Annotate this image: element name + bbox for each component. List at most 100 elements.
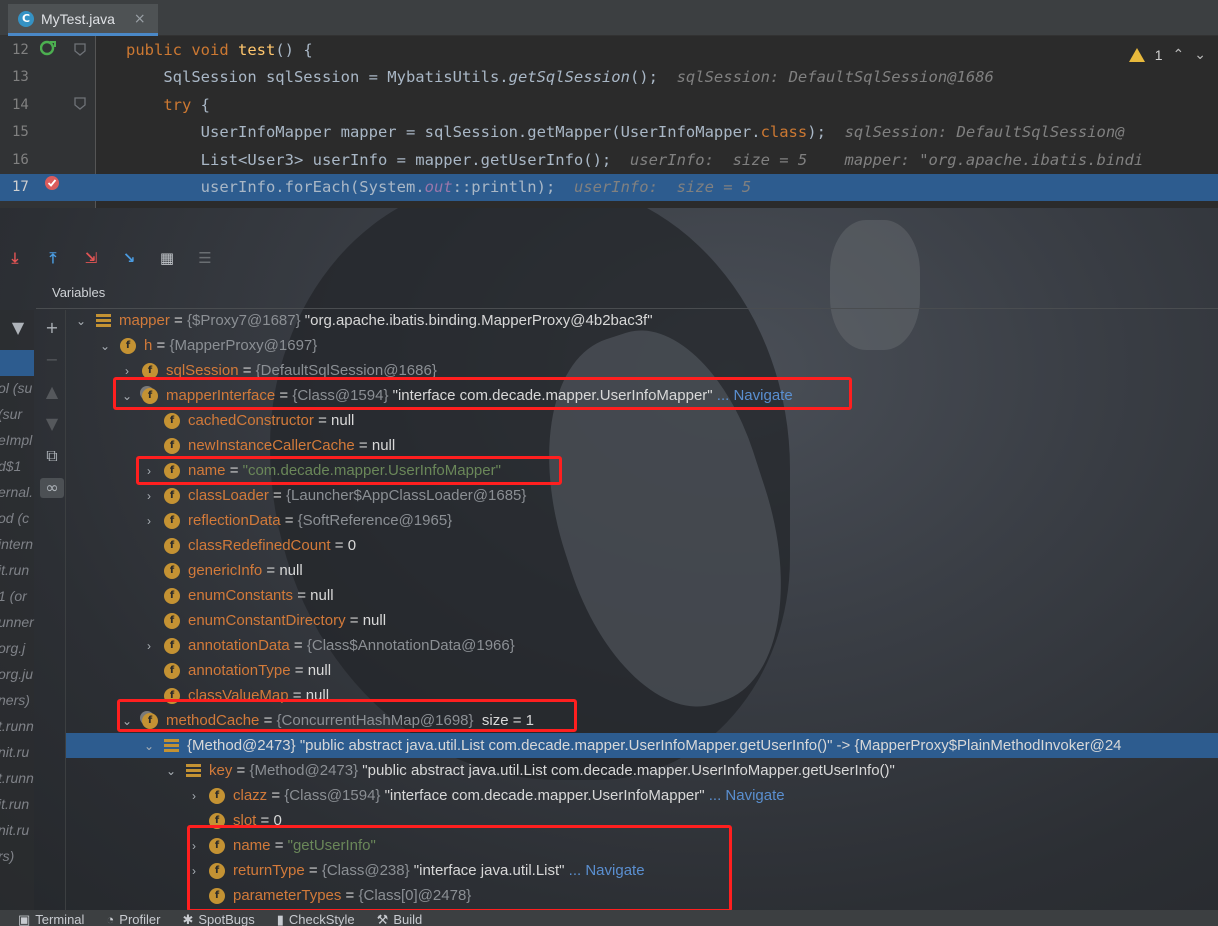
evaluate-expression-icon[interactable]: ▦	[156, 247, 178, 269]
variable-type: {SoftReference@1965}	[297, 512, 453, 529]
code-line[interactable]: 16 List<User3> userInfo = mapper.getUser…	[0, 146, 1218, 173]
chevron-down-icon[interactable]: ⌄	[74, 314, 88, 328]
chevron-down-icon[interactable]: ⌄	[1194, 46, 1206, 63]
variable-row[interactable]: › f annotationData = {Class$AnnotationData…	[142, 633, 515, 658]
filter-icon[interactable]: ▼	[8, 318, 28, 338]
variable-row[interactable]: f enumConstants = null	[142, 583, 334, 608]
variable-row[interactable]: f classRedefinedCount = 0	[142, 533, 356, 558]
chevron-right-icon[interactable]: ›	[187, 789, 201, 803]
java-class-icon: C	[18, 10, 34, 27]
frame-item[interactable]: rs)	[0, 848, 14, 864]
move-up-icon[interactable]: ▲	[42, 382, 62, 402]
code-line[interactable]: 13 SqlSession sqlSession = MybatisUtils.…	[0, 64, 1218, 91]
highlight-box	[113, 377, 852, 410]
frame-item[interactable]: it.run	[0, 796, 29, 812]
frame-item[interactable]: org.ju	[0, 666, 33, 682]
variable-type: {Launcher$AppClassLoader@1685}	[286, 487, 527, 504]
frame-item[interactable]: (sur	[0, 406, 22, 422]
add-watch-icon[interactable]: +	[42, 318, 62, 338]
code-editor[interactable]: 12 public void test() {13 SqlSession sqlS…	[0, 36, 1218, 208]
frame-item[interactable]: ol (su	[0, 380, 32, 396]
frame-item[interactable]: t.runn	[0, 718, 34, 734]
fold-icon[interactable]	[72, 42, 88, 58]
remove-icon[interactable]: −	[42, 350, 62, 370]
variable-row[interactable]: ⌄ key = {Method@2473} "public abstract ja…	[164, 758, 895, 783]
selected-frame[interactable]	[0, 350, 34, 376]
tool-window-button[interactable]: ▣ Terminal	[18, 910, 84, 926]
equals-sign: =	[268, 487, 286, 504]
variable-type: {$Proxy7@1687}	[186, 312, 301, 329]
fold-icon[interactable]	[72, 96, 88, 112]
frame-item[interactable]: nit.ru	[0, 744, 29, 760]
debugger-toolbar: ⤓ ⤒ ⇲ ↘ ▦ ☰	[0, 240, 1218, 276]
field-icon: f	[164, 537, 180, 554]
code-text: UserInfoMapper mapper = sqlSession.getMa…	[126, 123, 1125, 141]
variable-row[interactable]: › f reflectionData = {SoftReference@1965}	[142, 508, 452, 533]
breakpoint-icon[interactable]	[44, 175, 60, 191]
equals-sign: =	[290, 662, 308, 679]
variable-row[interactable]: › f clazz = {Class@1594} "interface com.de…	[187, 783, 785, 808]
run-to-cursor-icon[interactable]: ↘	[118, 247, 140, 269]
frame-item[interactable]: eImpl	[0, 432, 32, 448]
variable-row[interactable]: f newInstanceCallerCache = null	[142, 433, 395, 458]
variables-panel-title[interactable]: Variables	[52, 285, 105, 300]
tool-window-label: Terminal	[35, 912, 85, 926]
variable-row[interactable]: ⌄ {Method@2473} "public abstract java.uti…	[66, 733, 1218, 758]
frame-item[interactable]: t.runn	[0, 770, 34, 786]
variable-type: {MapperProxy@1697}	[169, 337, 318, 354]
chevron-right-icon[interactable]: ›	[142, 639, 156, 653]
variable-row[interactable]: f annotationType = null	[142, 658, 331, 683]
move-down-icon[interactable]: ▼	[42, 414, 62, 434]
tool-window-button[interactable]: ⚒ Build	[377, 910, 423, 926]
chevron-down-icon[interactable]: ⌄	[98, 339, 112, 353]
variable-name: cachedConstructor	[188, 412, 314, 429]
code-line[interactable]: 12 public void test() {	[0, 36, 1218, 63]
frame-item[interactable]: org.j	[0, 640, 25, 656]
variable-row[interactable]: ⌄ mapper = {$Proxy7@1687} "org.apache.iba…	[74, 308, 653, 333]
tool-window-button[interactable]: ✱ SpotBugs	[182, 910, 254, 926]
chevron-right-icon[interactable]: ›	[120, 364, 134, 378]
chevron-right-icon[interactable]: ›	[142, 489, 156, 503]
navigate-link[interactable]: ... Navigate	[709, 787, 785, 804]
inline-watches-icon[interactable]: ∞	[40, 478, 64, 498]
copy-icon[interactable]: ⧉	[42, 446, 62, 466]
code-line[interactable]: 14 try {	[0, 91, 1218, 118]
frame-item[interactable]: 1 (or	[0, 588, 27, 604]
field-icon: f	[164, 512, 180, 529]
run-gutter-icon[interactable]	[40, 40, 56, 56]
trace-icon[interactable]: ☰	[194, 247, 216, 269]
step-out-icon[interactable]: ⤒	[42, 247, 64, 269]
frame-item[interactable]: intern	[0, 536, 33, 552]
editor-tab[interactable]: C MyTest.java ×	[8, 4, 158, 36]
frame-item[interactable]: nit.ru	[0, 822, 29, 838]
frame-item[interactable]: d$1	[0, 458, 21, 474]
tool-window-button[interactable]: ▮ CheckStyle	[277, 910, 355, 926]
inspection-widget[interactable]: 1 ⌃ ⌄	[1128, 46, 1206, 63]
step-into-icon[interactable]: ⤓	[4, 247, 26, 269]
frame-item[interactable]: it.run	[0, 562, 29, 578]
variable-row[interactable]: ⌄ f h = {MapperProxy@1697}	[98, 333, 317, 358]
variable-row[interactable]: f enumConstantDirectory = null	[142, 608, 386, 633]
drop-frame-icon[interactable]: ⇲	[80, 247, 102, 269]
frame-item[interactable]: ernal.	[0, 484, 33, 500]
variable-row[interactable]: f cachedConstructor = null	[142, 408, 354, 433]
chevron-right-icon[interactable]: ›	[142, 514, 156, 528]
variable-value: "public abstract java.util.List com.deca…	[362, 762, 895, 779]
variable-row[interactable]: › f classLoader = {Launcher$AppClassLoader…	[142, 483, 526, 508]
chevron-up-icon[interactable]: ⌃	[1173, 46, 1185, 63]
tool-window-button[interactable]: ◔ Profiler	[106, 910, 160, 926]
variable-entry: {Method@2473} "public abstract java.util…	[187, 737, 1122, 754]
frame-item[interactable]: ners)	[0, 692, 30, 708]
chevron-down-icon[interactable]: ⌄	[142, 739, 156, 753]
frame-item[interactable]: od (c	[0, 510, 29, 526]
frames-list[interactable]: ol (su (sur eImpl d$1 ernal. od (c intern it.ru…	[0, 310, 34, 910]
frame-item[interactable]: unner	[0, 614, 34, 630]
variable-row[interactable]: f genericInfo = null	[142, 558, 303, 583]
code-line[interactable]: 15 UserInfoMapper mapper = sqlSession.ge…	[0, 119, 1218, 146]
close-icon[interactable]: ×	[134, 11, 146, 27]
line-number: 16	[12, 151, 29, 168]
field-icon: f	[209, 787, 225, 804]
code-line[interactable]: 17 userInfo.forEach(System.out::println)…	[0, 173, 1218, 201]
variable-name: h	[144, 337, 153, 354]
chevron-down-icon[interactable]: ⌄	[164, 764, 178, 778]
